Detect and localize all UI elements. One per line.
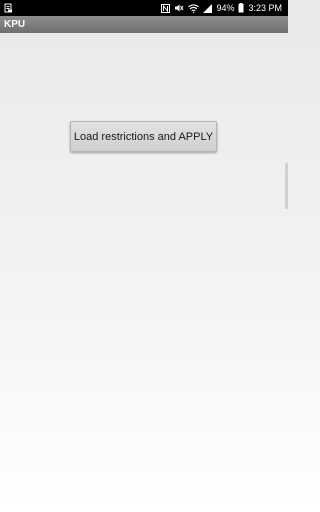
battery-icon <box>238 3 244 13</box>
load-restrictions-apply-button[interactable]: Load restrictions and APPLY <box>70 121 217 152</box>
nfc-icon <box>161 3 171 13</box>
status-time: 3:23 PM <box>248 3 282 13</box>
status-right: 94% 3:23 PM <box>161 3 282 13</box>
status-bar: 94% 3:23 PM <box>0 0 288 16</box>
battery-percent: 94% <box>216 3 235 13</box>
status-left <box>4 3 13 13</box>
wifi-icon <box>188 3 200 13</box>
title-bar: KPU <box>0 16 288 33</box>
notification-icon <box>4 3 13 13</box>
mute-icon <box>174 3 184 13</box>
signal-icon <box>203 3 213 13</box>
app-title: KPU <box>4 19 26 30</box>
edge-panel-handle[interactable] <box>285 163 288 209</box>
